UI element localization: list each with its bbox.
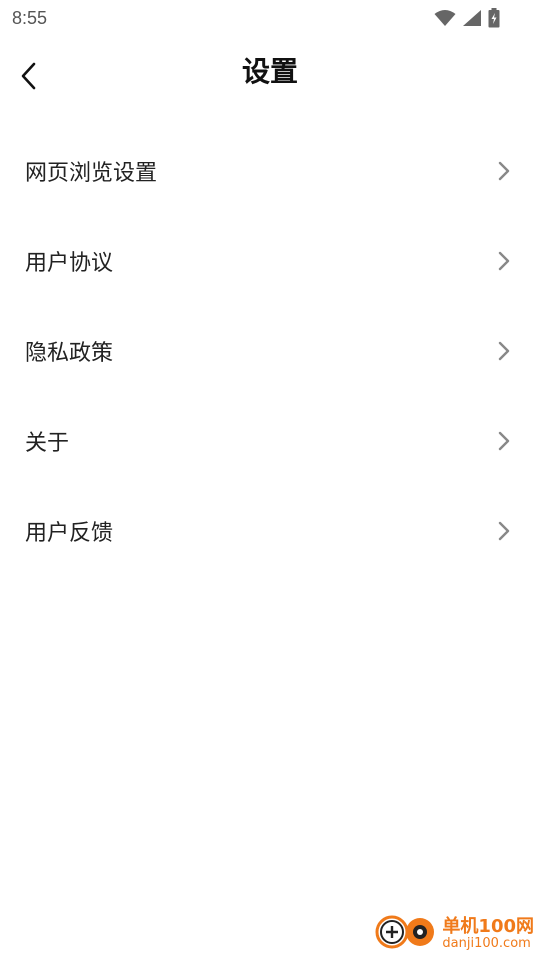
settings-item-web-browsing[interactable]: 网页浏览设置 [0, 126, 540, 216]
settings-item-feedback[interactable]: 用户反馈 [0, 486, 540, 576]
chevron-right-icon [496, 519, 512, 543]
status-bar: 8:55 [0, 0, 540, 36]
header: 设置 [0, 40, 540, 110]
signal-icon [462, 9, 482, 31]
chevron-right-icon [496, 159, 512, 183]
settings-item-label: 关于 [25, 431, 70, 456]
watermark-logo-icon [374, 912, 438, 956]
settings-list: 网页浏览设置 用户协议 隐私政策 关于 用户反馈 [0, 126, 540, 576]
settings-screen: 8:55 设置 网页浏览设置 用户协议 隐私政策 关于 用户反馈 单机100网 … [0, 0, 540, 960]
watermark: 单机100网 danji100.com [374, 912, 534, 956]
chevron-right-icon [496, 429, 512, 453]
chevron-right-icon [496, 249, 512, 273]
watermark-domain: danji100.com [442, 935, 531, 951]
wifi-icon [434, 9, 456, 31]
settings-item-user-agreement[interactable]: 用户协议 [0, 216, 540, 306]
battery-icon [488, 8, 500, 32]
status-time: 8:55 [12, 8, 48, 28]
page-title: 设置 [241, 55, 298, 88]
settings-item-label: 网页浏览设置 [25, 161, 158, 186]
settings-item-label: 隐私政策 [25, 341, 114, 366]
settings-item-label: 用户反馈 [25, 521, 114, 546]
status-icons [434, 8, 500, 32]
settings-item-about[interactable]: 关于 [0, 396, 540, 486]
watermark-name: 单机100网 [442, 915, 534, 937]
chevron-right-icon [496, 339, 512, 363]
watermark-text: 单机100网 danji100.com [442, 917, 534, 951]
settings-item-privacy-policy[interactable]: 隐私政策 [0, 306, 540, 396]
settings-item-label: 用户协议 [25, 251, 114, 276]
